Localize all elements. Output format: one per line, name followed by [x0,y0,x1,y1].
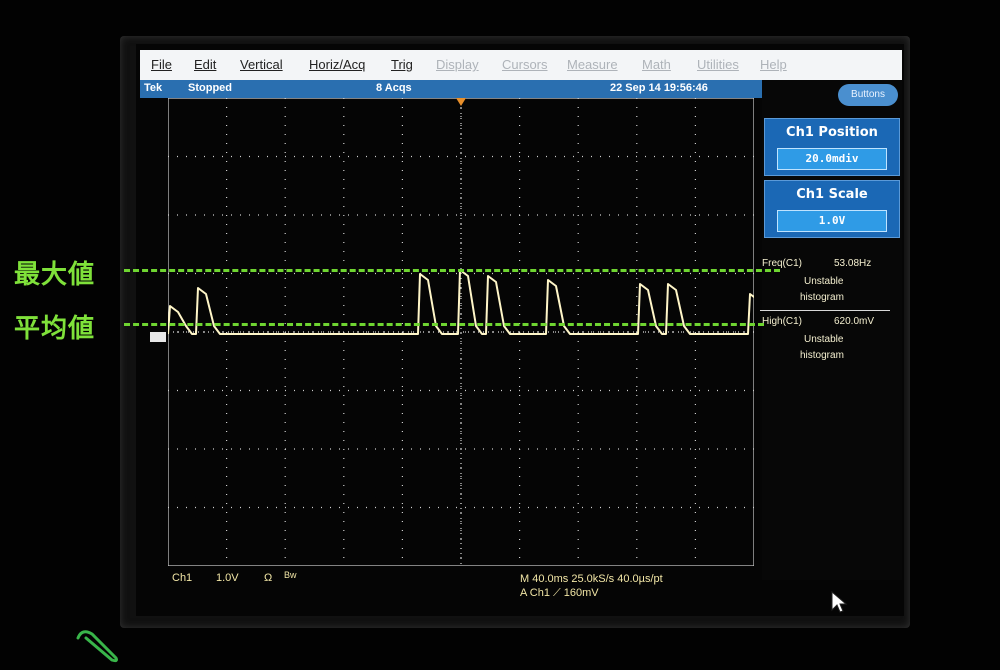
buttons-button[interactable]: Buttons [838,84,898,106]
channel-label: Ch1 [172,572,193,584]
freq-value: 53.08Hz [834,258,872,269]
freq-status-line1: Unstable [804,276,844,287]
menu-help[interactable]: Help [760,57,787,72]
menu-cursors[interactable]: Cursors [502,57,548,72]
menu-display[interactable]: Display [436,57,479,72]
menu-horiz-acq[interactable]: Horiz/Acq [309,57,365,72]
acquisition-count: 8 Acqs [376,82,412,94]
menu-math[interactable]: Math [642,57,671,72]
freq-status-line2: histogram [800,292,844,303]
channel-volts: 1.0V [216,572,239,584]
waveform-graticule [168,98,754,566]
menu-vertical[interactable]: Vertical [240,57,283,72]
high-label: High(C1) [762,316,803,327]
menu-utilities[interactable]: Utilities [697,57,739,72]
menu-edit[interactable]: Edit [194,57,216,72]
high-status-line1: Unstable [804,334,844,345]
average-value-dashed-line [124,323,764,326]
trigger-readout: A Ch1 ⟋ 160mV [520,587,599,599]
high-value: 620.0mV [834,316,875,327]
bandwidth-label: Bw [284,570,297,580]
paperclip-icon [76,630,118,663]
menu-file[interactable]: File [151,57,172,72]
max-value-dashed-line [124,269,780,272]
ch1-scale-title: Ch1 Scale [796,187,868,202]
impedance-label: Ω [264,572,273,584]
ch1-scale-control[interactable]: Ch1 Scale 1.0V [764,180,900,238]
max-value-annotation: 最大値 [14,260,96,290]
datetime: 22 Sep 14 19:56:46 [610,82,708,94]
run-state: Stopped [188,82,232,94]
ch1-position-control[interactable]: Ch1 Position 20.0mdiv [764,118,900,176]
timebase-readout: M 40.0ms 25.0kS/s 40.0µs/pt [520,573,663,585]
status-bar: Tek Stopped 8 Acqs 22 Sep 14 19:56:46 [140,80,762,98]
brand-label: Tek [144,82,163,94]
menu-bar: File Edit Vertical Horiz/Acq Trig Displa… [140,50,902,81]
menu-trig[interactable]: Trig [391,57,413,72]
menu-measure[interactable]: Measure [567,57,618,72]
freq-label: Freq(C1) [762,258,803,269]
measurement-divider [760,310,890,311]
average-value-annotation: 平均値 [14,314,96,344]
ground-marker-icon [150,332,166,342]
ch1-position-title: Ch1 Position [786,125,878,140]
mouse-cursor-icon [831,590,848,613]
ch1-position-value[interactable]: 20.0mdiv [777,148,887,170]
photo-root: File Edit Vertical Horiz/Acq Trig Displa… [0,0,1000,670]
ch1-scale-value[interactable]: 1.0V [777,210,887,232]
high-status-line2: histogram [800,350,844,361]
trigger-marker-icon [456,98,466,106]
